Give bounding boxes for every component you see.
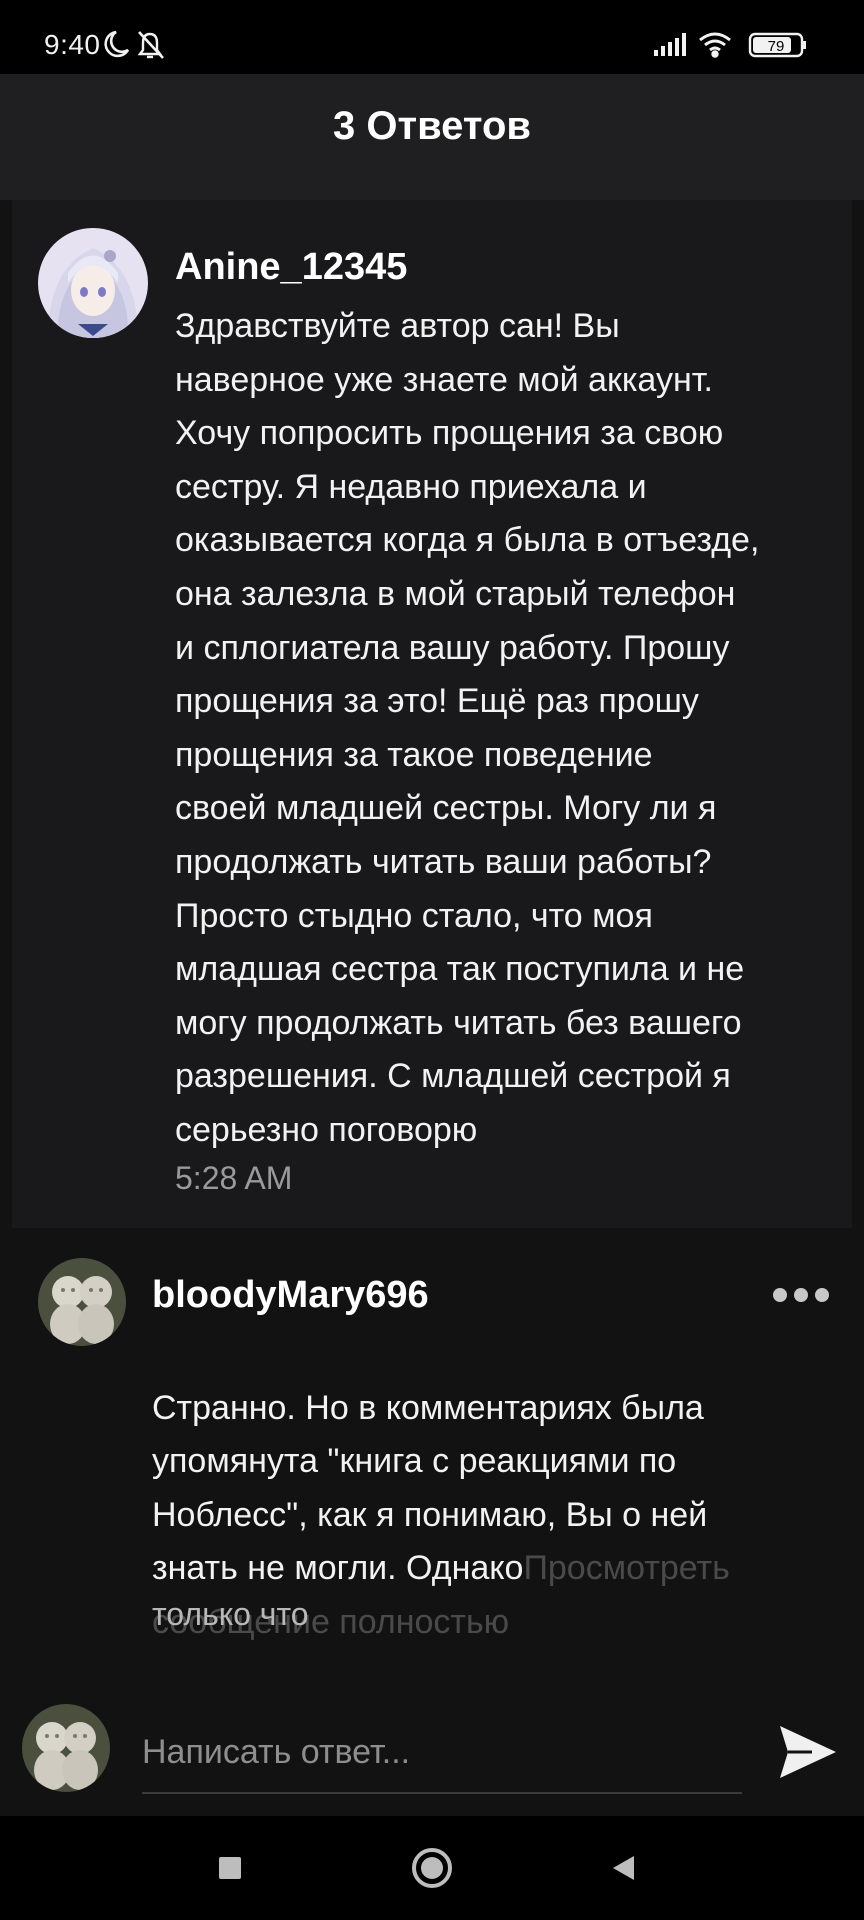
nav-back-button[interactable] [604, 1848, 644, 1888]
more-horizontal-icon [773, 1288, 829, 1302]
wifi-icon [699, 32, 731, 58]
parent-avatar[interactable] [38, 228, 148, 338]
status-time: 9:40 [44, 29, 101, 60]
parent-comment-text: Здравствуйте автор сан! Вы наверное уже … [175, 307, 760, 1149]
parent-comment: Anine_12345 Здравствуйте автор сан! Вы н… [12, 200, 852, 1228]
statue-avatar-image [38, 1258, 126, 1346]
status-left-icons-svg [104, 30, 164, 59]
status-right-icons-svg: 79 [654, 32, 806, 58]
send-button[interactable] [776, 1720, 840, 1784]
signal-icon [654, 33, 686, 56]
status-icons-right: 79 [654, 30, 814, 65]
reply-composer [0, 1690, 864, 1816]
anime-avatar-image [38, 228, 148, 338]
statue-avatar-image [22, 1704, 110, 1792]
battery-icon: 79 [748, 32, 806, 58]
reply-username[interactable]: bloodyMary696 [152, 1274, 429, 1317]
parent-username[interactable]: Anine_12345 [175, 246, 407, 289]
system-nav-bar [0, 1816, 864, 1920]
reply-item: bloodyMary696 Странно. Но в комментариях… [0, 1240, 864, 1690]
bell-off-icon [137, 31, 164, 59]
moon-icon [104, 30, 130, 58]
reply-timestamp: только что [152, 1596, 309, 1632]
nav-home-button[interactable] [408, 1844, 456, 1892]
triangle-back-icon [613, 1856, 634, 1880]
view-full-line1: Просмотреть [523, 1549, 730, 1588]
send-icon [780, 1726, 836, 1778]
reply-avatar[interactable] [38, 1258, 126, 1346]
battery-level-text: 79 [768, 38, 785, 55]
square-icon [219, 1857, 241, 1879]
nav-recents-button[interactable] [210, 1848, 250, 1888]
circle-icon [412, 1848, 452, 1888]
reply-input[interactable] [142, 1712, 742, 1794]
more-options-button[interactable] [770, 1280, 830, 1310]
status-icons-left [102, 30, 172, 65]
status-bar: 9:40 79 [0, 0, 864, 74]
current-user-avatar [22, 1704, 110, 1792]
parent-timestamp: 5:28 AM [175, 1160, 293, 1196]
page-title: 3 Ответов [333, 104, 531, 148]
header: 3 Ответов [0, 74, 864, 200]
